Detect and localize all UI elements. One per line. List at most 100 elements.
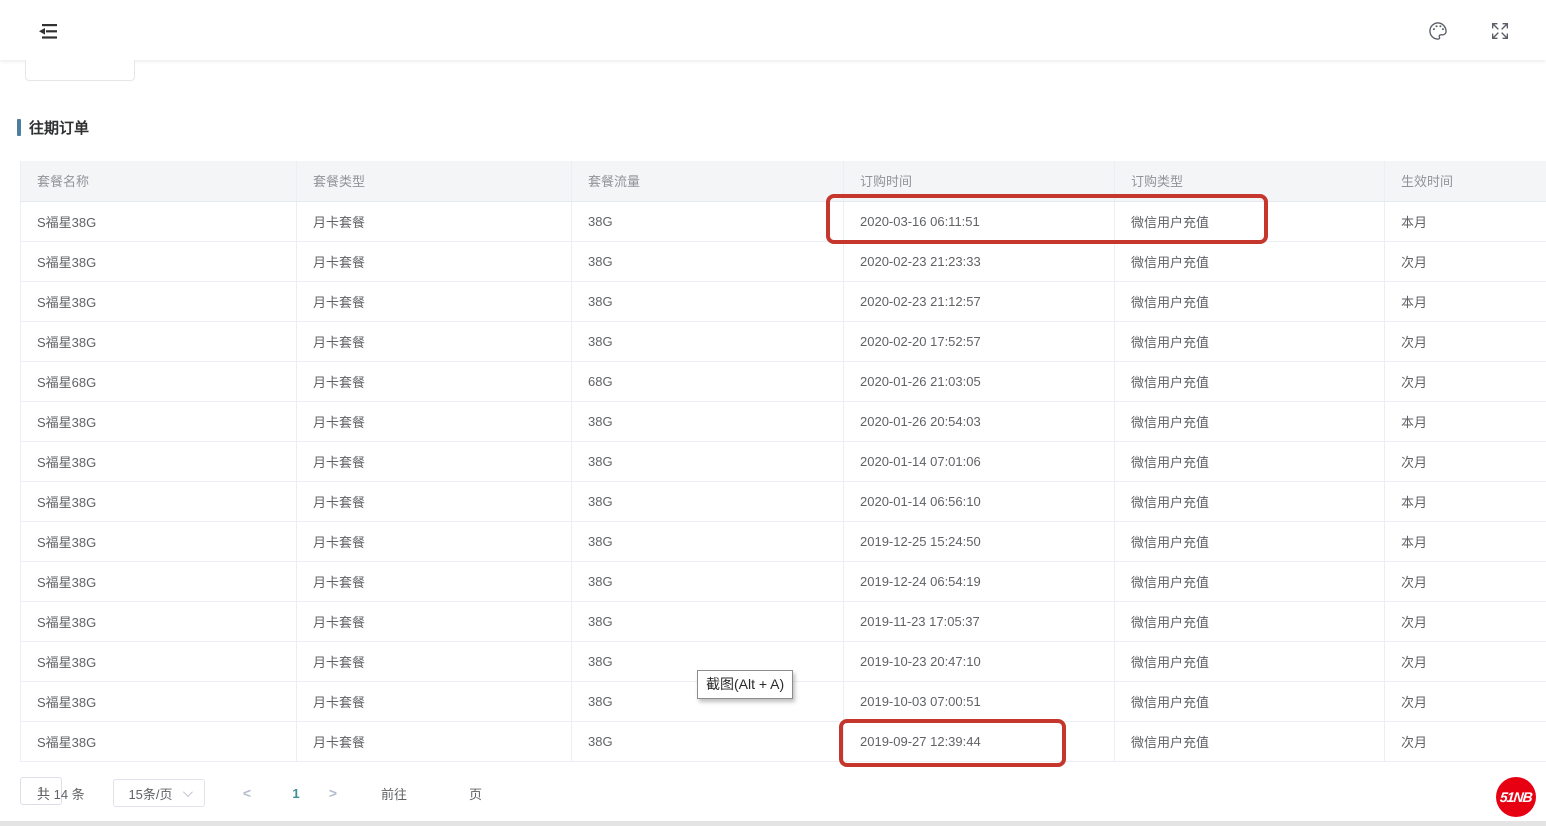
pagination-total: 共 14 条 (37, 777, 85, 809)
table-row: S福星38G月卡套餐38G2020-01-14 07:01:06微信用户充值次月 (21, 441, 1546, 481)
screenshot-tooltip: 截图(Alt + A) (697, 670, 793, 699)
cell-name: S福星38G (21, 521, 297, 561)
cell-data: 38G (572, 401, 844, 441)
cell-type: 月卡套餐 (297, 441, 572, 481)
cell-type: 月卡套餐 (297, 521, 572, 561)
cell-effective: 次月 (1385, 601, 1546, 641)
table-row: S福星38G月卡套餐38G2020-02-23 21:12:57微信用户充值本月 (21, 281, 1546, 321)
cell-order-time: 2020-01-26 20:54:03 (844, 401, 1115, 441)
page: 往期订单 套餐名称 套餐类型 套餐流量 订购时间 订购类型 生效时间 S福星38… (0, 0, 1546, 826)
fullscreen-icon[interactable] (1487, 18, 1513, 44)
cell-effective: 本月 (1385, 481, 1546, 521)
page-title: 往期订单 (29, 117, 89, 138)
page-suffix-label: 页 (469, 777, 482, 809)
cell-name: S福星38G (21, 441, 297, 481)
table-row: S福星38G月卡套餐38G2019-11-23 17:05:37微信用户充值次月 (21, 601, 1546, 641)
cell-data: 38G (572, 441, 844, 481)
51nb-logo-text: 51NB (1499, 789, 1532, 805)
cell-order-time: 2020-01-14 06:56:10 (844, 481, 1115, 521)
cell-type: 月卡套餐 (297, 401, 572, 441)
cell-type: 月卡套餐 (297, 361, 572, 401)
cell-effective: 本月 (1385, 521, 1546, 561)
cell-name: S福星38G (21, 481, 297, 521)
cell-type: 月卡套餐 (297, 681, 572, 721)
cell-name: S福星38G (21, 241, 297, 281)
cell-effective: 次月 (1385, 241, 1546, 281)
table-header-row: 套餐名称 套餐类型 套餐流量 订购时间 订购类型 生效时间 (21, 161, 1546, 201)
cell-type: 月卡套餐 (297, 201, 572, 241)
table-row: S福星38G月卡套餐38G2019-12-24 06:54:19微信用户充值次月 (21, 561, 1546, 601)
cell-type: 月卡套餐 (297, 321, 572, 361)
cell-name: S福星38G (21, 681, 297, 721)
cell-data: 38G (572, 561, 844, 601)
cell-effective: 次月 (1385, 561, 1546, 601)
51nb-watermark-logo: 51NB (1496, 777, 1536, 817)
cell-order-type: 微信用户充值 (1115, 521, 1385, 561)
title-accent-bar (17, 119, 21, 136)
cell-name: S福星38G (21, 601, 297, 641)
cell-order-time: 2020-01-26 21:03:05 (844, 361, 1115, 401)
top-navbar (0, 0, 1546, 60)
cell-data: 38G (572, 601, 844, 641)
cell-data: 38G (572, 321, 844, 361)
cell-order-type: 微信用户充值 (1115, 241, 1385, 281)
cell-order-time: 2019-12-24 06:54:19 (844, 561, 1115, 601)
column-header-package-data: 套餐流量 (572, 161, 844, 201)
chevron-down-icon (182, 787, 192, 797)
column-header-order-time: 订购时间 (844, 161, 1115, 201)
cell-name: S福星38G (21, 401, 297, 441)
prev-page-button[interactable]: < (237, 777, 257, 809)
cell-order-type: 微信用户充值 (1115, 721, 1385, 761)
cell-name: S福星38G (21, 321, 297, 361)
cell-data: 38G (572, 521, 844, 561)
column-header-effective-time: 生效时间 (1385, 161, 1546, 201)
cell-type: 月卡套餐 (297, 481, 572, 521)
column-header-package-type: 套餐类型 (297, 161, 572, 201)
cell-name: S福星38G (21, 721, 297, 761)
cell-data: 38G (572, 241, 844, 281)
cell-type: 月卡套餐 (297, 721, 572, 761)
cell-effective: 次月 (1385, 721, 1546, 761)
cell-order-type: 微信用户充值 (1115, 361, 1385, 401)
cell-data: 38G (572, 201, 844, 241)
cell-name: S福星38G (21, 641, 297, 681)
cell-order-time: 2019-10-03 07:00:51 (844, 681, 1115, 721)
cell-order-time: 2020-02-23 21:12:57 (844, 281, 1115, 321)
cell-effective: 次月 (1385, 681, 1546, 721)
page-size-value: 15条/页 (128, 784, 172, 803)
table-row: S福星38G月卡套餐38G2020-01-14 06:56:10微信用户充值本月 (21, 481, 1546, 521)
cell-data: 38G (572, 481, 844, 521)
page-size-select[interactable]: 15条/页 (113, 779, 205, 807)
table-row: S福星68G月卡套餐68G2020-01-26 21:03:05微信用户充值次月 (21, 361, 1546, 401)
cell-effective: 本月 (1385, 281, 1546, 321)
cell-order-time: 2020-02-23 21:23:33 (844, 241, 1115, 281)
cell-type: 月卡套餐 (297, 641, 572, 681)
cell-name: S福星38G (21, 561, 297, 601)
table-row: S福星38G月卡套餐38G2020-03-16 06:11:51微信用户充值本月 (21, 201, 1546, 241)
cell-type: 月卡套餐 (297, 601, 572, 641)
cell-order-time: 2020-03-16 06:11:51 (844, 201, 1115, 241)
column-header-order-type: 订购类型 (1115, 161, 1385, 201)
next-page-button[interactable]: > (323, 777, 343, 809)
cell-order-time: 2019-09-27 12:39:44 (844, 721, 1115, 761)
cell-order-type: 微信用户充值 (1115, 601, 1385, 641)
theme-palette-icon[interactable] (1425, 18, 1451, 44)
table-row: S福星38G月卡套餐38G2019-09-27 12:39:44微信用户充值次月 (21, 721, 1546, 761)
goto-label: 前往 (381, 777, 407, 809)
current-page-number[interactable]: 1 (282, 777, 310, 809)
cell-data: 38G (572, 721, 844, 761)
cell-order-type: 微信用户充值 (1115, 401, 1385, 441)
cell-effective: 次月 (1385, 321, 1546, 361)
cell-effective: 次月 (1385, 441, 1546, 481)
cell-order-type: 微信用户充值 (1115, 681, 1385, 721)
table-row: S福星38G月卡套餐38G2020-02-23 21:23:33微信用户充值次月 (21, 241, 1546, 281)
cell-order-type: 微信用户充值 (1115, 281, 1385, 321)
cell-order-time: 2020-01-14 07:01:06 (844, 441, 1115, 481)
cell-order-type: 微信用户充值 (1115, 641, 1385, 681)
sidebar-collapse-icon[interactable] (35, 18, 61, 44)
cell-name: S福星68G (21, 361, 297, 401)
cell-order-time: 2020-02-20 17:52:57 (844, 321, 1115, 361)
column-header-package-name: 套餐名称 (21, 161, 297, 201)
cell-type: 月卡套餐 (297, 561, 572, 601)
cell-order-type: 微信用户充值 (1115, 441, 1385, 481)
